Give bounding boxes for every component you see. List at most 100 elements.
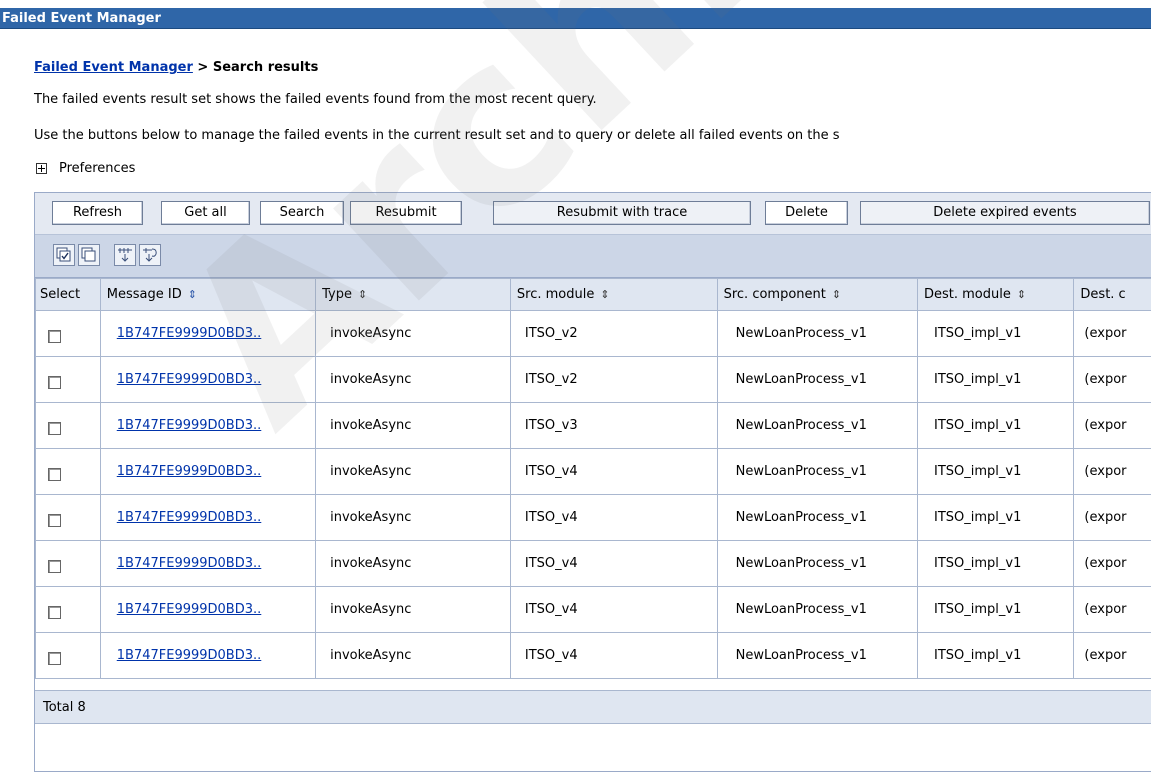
column-header-src-module[interactable]: Src. module ⇕	[509, 278, 718, 311]
cell-src-component: NewLoanProcess_v1	[716, 448, 918, 495]
cell-src-module: ITSO_v4	[509, 586, 718, 633]
table-row: 1B747FE9999D0BD3.. invokeAsync ITSO_v2 N…	[35, 310, 1151, 357]
clear-filter-icon[interactable]	[139, 244, 161, 266]
cell-dest-module: ITSO_impl_v1	[916, 448, 1075, 495]
cell-type: invokeAsync	[315, 494, 511, 541]
sort-icon[interactable]: ⇕	[1017, 288, 1026, 301]
column-header-dest-component[interactable]: Dest. c	[1073, 278, 1151, 311]
cell-dest-module: ITSO_impl_v1	[916, 402, 1075, 449]
breadcrumb-current: Search results	[212, 60, 319, 75]
cell-type: invokeAsync	[315, 632, 511, 679]
window-title: Failed Event Manager	[2, 11, 161, 26]
message-id-link[interactable]: 1B747FE9999D0BD3..	[117, 602, 262, 617]
sort-icon[interactable]: ⇕	[358, 288, 367, 301]
table-row: 1B747FE9999D0BD3.. invokeAsync ITSO_v4 N…	[35, 540, 1151, 587]
breadcrumb: Failed Event Manager > Search results	[34, 60, 318, 75]
cell-dest-component: (expor	[1073, 402, 1151, 449]
cell-src-component: NewLoanProcess_v1	[716, 494, 918, 541]
cell-dest-component: (expor	[1073, 310, 1151, 357]
row-checkbox[interactable]	[48, 606, 61, 619]
table-row: 1B747FE9999D0BD3.. invokeAsync ITSO_v2 N…	[35, 356, 1151, 403]
breadcrumb-separator: >	[192, 60, 213, 75]
row-checkbox[interactable]	[48, 376, 61, 389]
get-all-button[interactable]: Get all	[161, 201, 250, 225]
cell-dest-component: (expor	[1073, 356, 1151, 403]
cell-src-component: NewLoanProcess_v1	[716, 632, 918, 679]
sort-icon[interactable]: ⇕	[832, 288, 841, 301]
cell-dest-module: ITSO_impl_v1	[916, 494, 1075, 541]
table-row: 1B747FE9999D0BD3.. invokeAsync ITSO_v4 N…	[35, 448, 1151, 495]
message-id-link[interactable]: 1B747FE9999D0BD3..	[117, 372, 262, 387]
column-header-src-component[interactable]: Src. component ⇕	[716, 278, 918, 311]
cell-dest-component: (expor	[1073, 494, 1151, 541]
cell-dest-module: ITSO_impl_v1	[916, 356, 1075, 403]
resubmit-button[interactable]: Resubmit	[350, 201, 462, 225]
table-row: 1B747FE9999D0BD3.. invokeAsync ITSO_v3 N…	[35, 402, 1151, 449]
cell-src-component: NewLoanProcess_v1	[716, 586, 918, 633]
preferences-toggle[interactable]: Preferences	[34, 161, 135, 176]
table-row: 1B747FE9999D0BD3.. invokeAsync ITSO_v4 N…	[35, 494, 1151, 541]
cell-dest-component: (expor	[1073, 540, 1151, 587]
refresh-button[interactable]: Refresh	[52, 201, 143, 225]
column-header-dest-module[interactable]: Dest. module ⇕	[916, 278, 1075, 311]
resubmit-with-trace-button[interactable]: Resubmit with trace	[493, 201, 751, 225]
failed-events-table: Select Message ID ⇕ Type ⇕ Src. module ⇕ Sr…	[35, 278, 1151, 679]
row-checkbox[interactable]	[48, 468, 61, 481]
results-panel: Refresh Get all Search Resubmit Resubmit…	[34, 192, 1151, 772]
deselect-all-icon[interactable]	[78, 244, 100, 266]
cell-src-component: NewLoanProcess_v1	[716, 402, 918, 449]
row-checkbox[interactable]	[48, 330, 61, 343]
table-row: 1B747FE9999D0BD3.. invokeAsync ITSO_v4 N…	[35, 586, 1151, 633]
row-checkbox[interactable]	[48, 560, 61, 573]
cell-src-component: NewLoanProcess_v1	[716, 540, 918, 587]
table-row: 1B747FE9999D0BD3.. invokeAsync ITSO_v4 N…	[35, 632, 1151, 679]
column-header-type[interactable]: Type ⇕	[315, 278, 511, 311]
select-all-icon[interactable]	[53, 244, 75, 266]
cell-dest-component: (expor	[1073, 586, 1151, 633]
cell-type: invokeAsync	[315, 402, 511, 449]
cell-dest-module: ITSO_impl_v1	[916, 632, 1075, 679]
sort-icon[interactable]: ⇕	[600, 288, 609, 301]
result-description: The failed events result set shows the f…	[34, 92, 597, 107]
cell-type: invokeAsync	[315, 540, 511, 587]
cell-type: invokeAsync	[315, 448, 511, 495]
breadcrumb-link-failed-event-manager[interactable]: Failed Event Manager	[34, 60, 193, 75]
table-header-row: Select Message ID ⇕ Type ⇕ Src. module ⇕ Sr…	[35, 278, 1151, 311]
message-id-link[interactable]: 1B747FE9999D0BD3..	[117, 648, 262, 663]
message-id-link[interactable]: 1B747FE9999D0BD3..	[117, 556, 262, 571]
button-toolbar: Refresh Get all Search Resubmit Resubmit…	[35, 193, 1151, 235]
cell-dest-component: (expor	[1073, 448, 1151, 495]
cell-src-component: NewLoanProcess_v1	[716, 310, 918, 357]
search-button[interactable]: Search	[260, 201, 344, 225]
expand-plus-icon[interactable]	[36, 163, 47, 174]
cell-dest-module: ITSO_impl_v1	[916, 310, 1075, 357]
message-id-link[interactable]: 1B747FE9999D0BD3..	[117, 464, 262, 479]
cell-src-module: ITSO_v3	[509, 402, 718, 449]
message-id-link[interactable]: 1B747FE9999D0BD3..	[117, 418, 262, 433]
row-checkbox[interactable]	[48, 652, 61, 665]
delete-button[interactable]: Delete	[765, 201, 848, 225]
column-header-select: Select	[35, 278, 101, 311]
window-title-bar: Failed Event Manager	[0, 8, 1151, 29]
cell-src-component: NewLoanProcess_v1	[716, 356, 918, 403]
cell-type: invokeAsync	[315, 310, 511, 357]
preferences-label: Preferences	[59, 161, 136, 176]
sort-icon[interactable]: ⇕	[188, 288, 197, 301]
message-id-link[interactable]: 1B747FE9999D0BD3..	[117, 510, 262, 525]
cell-src-module: ITSO_v4	[509, 632, 718, 679]
table-total: Total 8	[35, 690, 1151, 724]
cell-src-module: ITSO_v2	[509, 356, 718, 403]
show-filter-icon[interactable]	[114, 244, 136, 266]
button-description: Use the buttons below to manage the fail…	[34, 128, 840, 143]
row-checkbox[interactable]	[48, 422, 61, 435]
row-checkbox[interactable]	[48, 514, 61, 527]
cell-dest-module: ITSO_impl_v1	[916, 540, 1075, 587]
cell-dest-component: (expor	[1073, 632, 1151, 679]
message-id-link[interactable]: 1B747FE9999D0BD3..	[117, 326, 262, 341]
cell-type: invokeAsync	[315, 586, 511, 633]
column-header-message-id[interactable]: Message ID ⇕	[99, 278, 317, 311]
cell-src-module: ITSO_v2	[509, 310, 718, 357]
cell-src-module: ITSO_v4	[509, 448, 718, 495]
delete-expired-events-button[interactable]: Delete expired events	[860, 201, 1150, 225]
cell-src-module: ITSO_v4	[509, 540, 718, 587]
